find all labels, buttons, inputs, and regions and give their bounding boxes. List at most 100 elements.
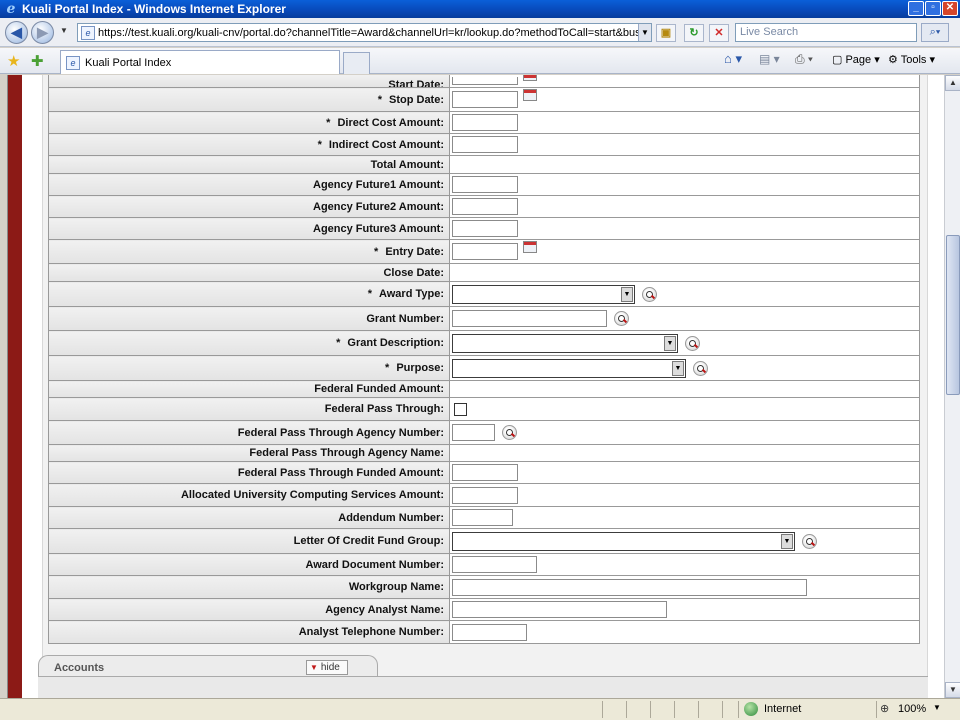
- vertical-scrollbar[interactable]: ▲ ▼: [944, 75, 960, 698]
- required-marker: *: [377, 93, 382, 106]
- letter-of-credit-fund-group-select[interactable]: ▼: [452, 531, 795, 551]
- status-divider: [738, 701, 739, 718]
- federal-pass-through-checkbox[interactable]: [454, 402, 467, 416]
- agency-analyst-name-input[interactable]: [452, 601, 667, 618]
- grant-number-input[interactable]: [452, 310, 607, 327]
- row-label: Award Document Number:: [305, 558, 444, 571]
- federal-funded-amount-value: [449, 380, 920, 398]
- form-row-federal-pass-through-funded-amount: Federal Pass Through Funded Amount:: [48, 461, 920, 484]
- window-title-bar: e Kuali Portal Index - Windows Internet …: [0, 0, 960, 18]
- entry-date-input[interactable]: [452, 243, 518, 260]
- federal-pass-through-agency-number-input[interactable]: [452, 424, 495, 441]
- row-label: Analyst Telephone Number:: [298, 626, 444, 638]
- maximize-button[interactable]: ▫: [925, 1, 941, 16]
- status-divider: [876, 701, 877, 718]
- zoom-dropdown-icon[interactable]: ▼: [933, 703, 941, 712]
- row-label: Agency Future2 Amount:: [313, 200, 444, 213]
- chevron-down-icon[interactable]: ▼: [672, 360, 684, 376]
- search-lookup-icon[interactable]: [502, 425, 517, 440]
- address-field[interactable]: e https://test.kuali.org/kuali-cnv/porta…: [77, 23, 652, 42]
- scrollbar-thumb[interactable]: [946, 235, 960, 395]
- required-marker: *: [374, 245, 379, 258]
- purpose-select[interactable]: ▼: [452, 358, 686, 378]
- workgroup-name-input[interactable]: [452, 578, 807, 596]
- new-tab-button[interactable]: [343, 52, 370, 74]
- row-label: Indirect Cost Amount:: [328, 138, 444, 151]
- row-label: Close Date:: [383, 266, 444, 279]
- start-date-input[interactable]: [452, 77, 518, 86]
- triangle-down-icon: ▼: [310, 663, 318, 672]
- add-favorite-icon[interactable]: ✚: [31, 52, 44, 70]
- search-lookup-icon[interactable]: [693, 360, 708, 376]
- status-divider: [674, 701, 675, 718]
- minimize-button[interactable]: _: [908, 1, 924, 16]
- url-text[interactable]: https://test.kuali.org/kuali-cnv/portal.…: [98, 27, 643, 39]
- recent-pages-dropdown-icon[interactable]: ▼: [60, 26, 68, 35]
- tab-kuali-portal-index[interactable]: e Kuali Portal Index: [60, 50, 340, 74]
- form-row-entry-date: * Entry Date:: [48, 239, 920, 264]
- award-type-select[interactable]: ▼: [452, 284, 635, 304]
- scroll-down-arrow-icon[interactable]: ▼: [945, 682, 960, 698]
- accounts-section-body: [38, 676, 928, 698]
- chevron-down-icon[interactable]: ▼: [781, 533, 793, 549]
- stop-icon[interactable]: ✕: [709, 24, 729, 42]
- hide-accounts-button[interactable]: ▼ hide: [306, 660, 348, 675]
- row-label: Total Amount:: [370, 158, 444, 171]
- hide-label: hide: [320, 662, 340, 673]
- status-divider: [602, 701, 603, 718]
- lock-icon[interactable]: ▣: [656, 24, 676, 42]
- calendar-icon[interactable]: [523, 241, 537, 253]
- search-lookup-icon[interactable]: [685, 335, 700, 351]
- zoom-level[interactable]: 100%: [898, 703, 926, 715]
- allocated-ucs-amount-input[interactable]: [452, 486, 518, 504]
- row-label: Federal Funded Amount:: [314, 383, 444, 395]
- close-window-button[interactable]: ✕: [942, 1, 958, 16]
- chevron-down-icon[interactable]: ▼: [621, 286, 633, 302]
- calendar-icon[interactable]: [523, 89, 537, 101]
- row-label: Federal Pass Through Agency Name:: [249, 447, 444, 459]
- agency-future2-amount-input[interactable]: [452, 198, 518, 215]
- required-marker: *: [336, 337, 341, 349]
- search-lookup-icon[interactable]: [642, 286, 657, 302]
- indirect-cost-amount-input[interactable]: [452, 136, 518, 153]
- tools-menu-label: Tools: [900, 54, 927, 66]
- accounts-section-title: Accounts: [54, 662, 105, 674]
- page-menu[interactable]: ▢ Page ▾: [832, 53, 880, 66]
- required-marker: *: [367, 288, 372, 300]
- agency-future1-amount-input[interactable]: [452, 176, 518, 193]
- addendum-number-input[interactable]: [452, 509, 513, 526]
- tools-menu[interactable]: ⚙ Tools ▾: [888, 53, 935, 66]
- federal-pass-through-funded-amount-input[interactable]: [452, 464, 518, 481]
- search-input[interactable]: Live Search: [735, 23, 917, 42]
- agency-future3-amount-input[interactable]: [452, 220, 518, 237]
- row-label: Workgroup Name:: [348, 581, 444, 593]
- refresh-icon[interactable]: ↻: [684, 24, 704, 42]
- chevron-down-icon[interactable]: ▼: [664, 335, 676, 351]
- scroll-up-arrow-icon[interactable]: ▲: [945, 75, 960, 91]
- back-button[interactable]: ◀: [5, 21, 28, 44]
- required-marker: *: [317, 138, 322, 151]
- stop-date-input[interactable]: [452, 91, 518, 108]
- grant-description-select[interactable]: ▼: [452, 333, 678, 353]
- required-marker: *: [385, 362, 390, 374]
- award-document-number-input[interactable]: [452, 556, 537, 573]
- feeds-icon[interactable]: ▤ ▾: [759, 52, 780, 66]
- status-divider: [626, 701, 627, 718]
- search-lookup-icon[interactable]: [614, 311, 629, 326]
- frame-border: [0, 75, 8, 698]
- forward-button[interactable]: ▶: [31, 21, 54, 44]
- zoom-icon[interactable]: ⊕: [880, 702, 889, 715]
- address-dropdown-icon[interactable]: ▼: [638, 24, 651, 41]
- form-row-agency-future2-amount: Agency Future2 Amount:: [48, 195, 920, 218]
- home-icon[interactable]: ⌂ ▾: [724, 51, 742, 67]
- analyst-telephone-number-input[interactable]: [452, 623, 527, 641]
- form-row-workgroup-name: Workgroup Name:: [48, 575, 920, 599]
- page-icon: e: [81, 25, 95, 40]
- calendar-icon[interactable]: [523, 75, 537, 81]
- search-icon[interactable]: ⌕▾: [921, 23, 949, 42]
- row-label: Federal Pass Through:: [324, 403, 444, 415]
- direct-cost-amount-input[interactable]: [452, 114, 518, 131]
- search-lookup-icon[interactable]: [802, 533, 817, 549]
- print-icon[interactable]: ⎙ ▾: [795, 52, 813, 67]
- favorites-star-icon[interactable]: ★: [7, 52, 20, 70]
